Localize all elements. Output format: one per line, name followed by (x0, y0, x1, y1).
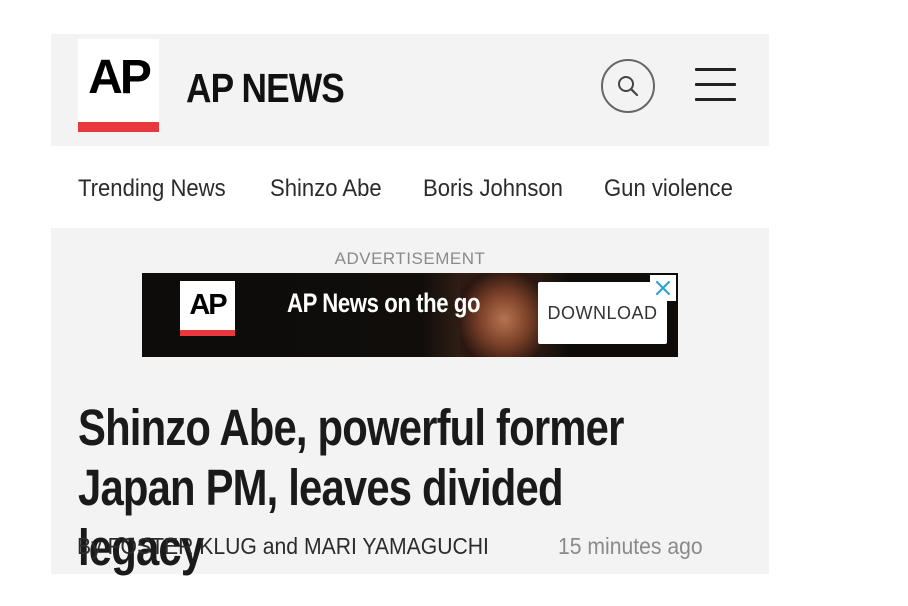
article-content: ADVERTISEMENT AP AP News on the go DOWNL… (51, 228, 769, 576)
ad-close-button[interactable] (650, 275, 676, 301)
nav-item-shinzo-abe[interactable]: Shinzo Abe (270, 174, 382, 204)
advertisement-label: ADVERTISEMENT (334, 249, 486, 268)
ad-ap-logo-text: AP (189, 289, 227, 321)
ad-ap-logo-bar (180, 330, 235, 336)
nav-item-boris-johnson[interactable]: Boris Johnson (423, 174, 563, 204)
page-frame: AP AP NEWS Trending News Shinzo Abe Bori… (51, 34, 769, 576)
site-header: AP AP NEWS (51, 34, 769, 146)
nav-item-gun-violence[interactable]: Gun violence (604, 174, 733, 204)
trending-nav: Trending News Shinzo Abe Boris Johnson G… (51, 146, 769, 228)
ad-ap-logo: AP (180, 281, 235, 336)
site-title[interactable]: AP NEWS (186, 64, 345, 112)
ap-logo-bar (78, 122, 159, 132)
menu-line-bottom (695, 98, 736, 101)
article-byline: By FOSTER KLUG and MARI YAMAGUCHI (77, 533, 489, 559)
search-button[interactable] (601, 59, 655, 113)
ap-logo-text: AP (88, 51, 152, 104)
article-timestamp: 15 minutes ago (558, 533, 703, 559)
ad-tagline: AP News on the go (287, 288, 481, 318)
menu-line-middle (695, 83, 736, 86)
menu-line-top (695, 68, 736, 71)
close-icon (655, 280, 671, 296)
search-icon (618, 76, 639, 97)
download-button[interactable]: DOWNLOAD (538, 282, 667, 344)
hamburger-menu-icon[interactable] (695, 68, 736, 103)
ap-logo[interactable]: AP (78, 39, 159, 132)
nav-item-trending-news[interactable]: Trending News (78, 174, 226, 204)
ad-banner[interactable]: AP AP News on the go DOWNLOAD (142, 273, 678, 357)
